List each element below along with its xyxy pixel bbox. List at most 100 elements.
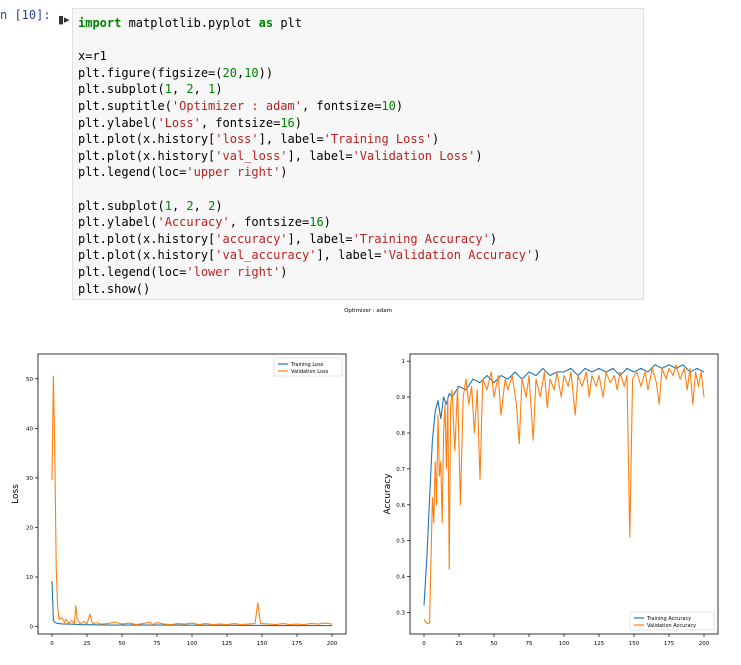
code-token: , — [193, 82, 209, 97]
y-tick-label: 0.8 — [396, 431, 405, 437]
y-tick-label: 30 — [26, 476, 33, 482]
code-token: 20 — [222, 65, 237, 80]
code-token: plt.plot(x.history[ — [78, 148, 216, 163]
legend-label: Validation Accuracy — [647, 623, 696, 629]
y-tick-label: 0.5 — [396, 539, 405, 545]
legend: Training LossValidation Loss — [273, 357, 343, 377]
code-token: 'val_loss' — [215, 148, 288, 163]
x-tick-label: 75 — [526, 641, 533, 647]
code-token: 'val_accuracy' — [215, 248, 317, 263]
x-tick-label: 175 — [664, 641, 675, 647]
subplot-2: 0 25 50 75 100 125 150 175 200 0.3 0.4 0.5 0.6 0.7 0.8… — [383, 353, 719, 647]
code-token: , fontsize= — [200, 115, 281, 130]
code-token: 'upper right' — [186, 165, 281, 180]
y-tick-label: 20 — [26, 525, 33, 531]
code-token: 'Training Accuracy' — [352, 231, 490, 246]
code-line: plt.ylabel('Loss', fontsize=16) — [78, 115, 643, 132]
code-cell[interactable]: import matplotlib.pyplot as plt x=r1 plt.… — [72, 8, 644, 300]
code-token: 'Accuracy' — [157, 215, 230, 230]
subplot-1: 0 25 50 75 100 125 150 175 200 0 10 20 30 40 50 Loss Tra… — [11, 353, 347, 647]
y-tick-label: 0.4 — [396, 575, 405, 581]
code-token: 10 — [381, 98, 396, 113]
code-token: 2 — [186, 198, 194, 213]
code-token: plt.figure(figsize=( — [78, 65, 223, 80]
code-token: , fontsize= — [229, 215, 310, 230]
code-token: 1 — [164, 198, 172, 213]
code-token: plt — [273, 16, 302, 30]
code-line: plt.figure(figsize=(20,10)) — [78, 65, 643, 82]
y-axis-label: Loss — [11, 484, 21, 504]
code-token: x=r1 — [78, 49, 107, 64]
code-token: plt.show() — [78, 281, 151, 296]
legend-label: Training Accuracy — [646, 616, 691, 622]
code-token: ) — [215, 82, 223, 97]
figure-suptitle: Optimizer : adam — [344, 308, 392, 314]
cell-output: Optimizer : adam 0 25 50 75 100 125 150 175 200 0 1… — [0, 302, 741, 661]
y-tick-label: 0.9 — [396, 395, 405, 401]
x-tick-label: 25 — [84, 641, 91, 647]
code-token: plt.ylabel( — [78, 215, 158, 230]
code-line: plt.legend(loc='lower right') — [78, 264, 643, 281]
x-tick-label: 200 — [699, 641, 710, 647]
code-token: , — [171, 82, 187, 97]
x-tick-label: 100 — [559, 641, 570, 647]
code-token: 10 — [244, 65, 259, 80]
code-line: plt.plot(x.history['accuracy'], label='T… — [78, 231, 643, 248]
code-token: , — [193, 198, 209, 213]
x-tick-label: 125 — [222, 641, 233, 647]
code-token: ) — [533, 248, 541, 263]
code-line: plt.plot(x.history['val_loss'], label='V… — [78, 148, 643, 165]
y-tick-label: 40 — [26, 426, 33, 432]
legend-label: Training Loss — [290, 362, 324, 368]
code-token: , fontsize= — [301, 98, 382, 113]
code-token: 16 — [280, 115, 295, 130]
code-token: matplotlib.pyplot — [121, 16, 259, 30]
run-cell-icon[interactable]: ▮▸ — [58, 13, 70, 26]
code-token: ) — [395, 98, 404, 113]
y-axis-label: Accuracy — [383, 473, 393, 515]
figure: Optimizer : adam0 25 50 75 100 125 150 175 20001… — [11, 308, 719, 647]
y-tick-label: 50 — [26, 377, 33, 383]
code-token: ) — [280, 165, 288, 180]
code-editor[interactable]: import matplotlib.pyplot as plt x=r1 plt.… — [73, 9, 643, 297]
code-token: ) — [475, 148, 483, 163]
code-token: as — [258, 16, 274, 30]
x-tick-label: 200 — [327, 641, 338, 647]
code-token: 'Validation Loss' — [352, 148, 476, 163]
x-tick-label: 150 — [629, 641, 640, 647]
code-line: plt.plot(x.history['val_accuracy'], labe… — [78, 247, 643, 264]
x-tick-label: 50 — [491, 641, 498, 647]
legend: Training AccuracyValidation Accuracy — [629, 611, 715, 631]
legend-label: Validation Loss — [291, 369, 329, 375]
x-tick-label: 25 — [456, 641, 463, 647]
code-token: 1 — [164, 82, 172, 97]
x-tick-label: 0 — [50, 641, 54, 647]
code-token: plt.plot(x.history[ — [78, 132, 216, 147]
code-token: 'lower right' — [186, 264, 281, 279]
x-tick-label: 125 — [594, 641, 605, 647]
code-token: plt.plot(x.history[ — [78, 231, 216, 246]
code-line: plt.plot(x.history['loss'], label='Train… — [78, 131, 643, 148]
code-token: plt.subplot( — [78, 82, 165, 97]
code-token: 'Training Loss' — [323, 132, 433, 147]
code-token: ) — [489, 231, 498, 246]
code-token: ) — [432, 132, 440, 147]
axes-frame — [37, 353, 347, 635]
code-line: plt.suptitle('Optimizer : adam', fontsiz… — [78, 98, 643, 115]
x-tick-label: 0 — [422, 641, 426, 647]
y-tick-label: 0 — [30, 625, 34, 631]
code-line: plt.legend(loc='upper right') — [78, 164, 643, 181]
code-token: plt.subplot( — [78, 198, 165, 213]
code-line: plt.ylabel('Accuracy', fontsize=16) — [78, 214, 643, 231]
code-token: plt.ylabel( — [78, 115, 158, 130]
code-token: 16 — [309, 215, 324, 230]
y-tick-label: 0.6 — [396, 503, 405, 509]
x-tick-label: 75 — [154, 641, 161, 647]
axes-frame — [409, 353, 719, 635]
code-token: 'Validation Accuracy' — [381, 248, 534, 263]
code-line: plt.subplot(1, 2, 2) — [78, 198, 643, 215]
code-token: import — [78, 16, 122, 30]
code-token: ) — [294, 115, 303, 130]
